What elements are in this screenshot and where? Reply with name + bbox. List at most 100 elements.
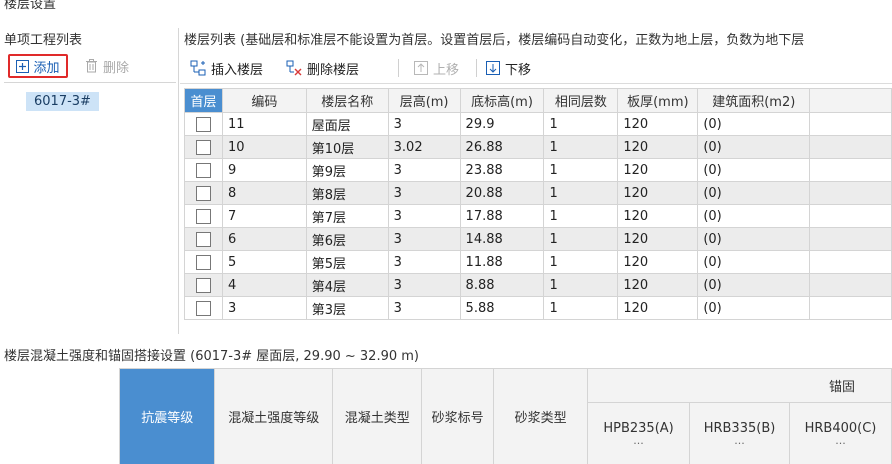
first-floor-checkbox[interactable] xyxy=(195,162,211,178)
floor-row[interactable]: 11 屋面层 3 29.9 1 120 (0) xyxy=(184,112,892,136)
cell-code[interactable]: 7 xyxy=(221,204,307,228)
cell-slab[interactable]: 120 xyxy=(617,227,699,251)
cell-same-count[interactable]: 1 xyxy=(543,250,619,274)
cell-same-count[interactable]: 1 xyxy=(543,204,619,228)
cell-area[interactable]: (0) xyxy=(697,227,811,251)
cell-same-count[interactable]: 1 xyxy=(543,112,619,136)
floor-row[interactable]: 8 第8层 3 20.88 1 120 (0) xyxy=(184,181,892,205)
first-floor-checkbox[interactable] xyxy=(195,300,211,316)
cell-height[interactable]: 3.02 xyxy=(387,135,461,159)
header-mortar-grade[interactable]: 砂浆标号 xyxy=(421,368,495,464)
delete-project-button[interactable]: 删除 xyxy=(85,56,129,76)
cell-slab[interactable]: 120 xyxy=(617,181,699,205)
col-header-area[interactable]: 建筑面积(m2) xyxy=(697,88,811,113)
cell-height[interactable]: 3 xyxy=(387,273,461,297)
first-floor-checkbox[interactable] xyxy=(195,139,211,155)
floor-row[interactable]: 4 第4层 3 8.88 1 120 (0) xyxy=(184,273,892,297)
header-hpb235[interactable]: HPB235(A) ... xyxy=(587,402,691,464)
header-concrete-type[interactable]: 混凝土类型 xyxy=(332,368,423,464)
cell-area[interactable]: (0) xyxy=(697,112,811,136)
cell-code[interactable]: 4 xyxy=(221,273,307,297)
cell-area[interactable]: (0) xyxy=(697,181,811,205)
col-header-code[interactable]: 编码 xyxy=(221,88,307,113)
cell-slab[interactable]: 120 xyxy=(617,158,699,182)
cell-same-count[interactable]: 1 xyxy=(543,227,619,251)
cell-area[interactable]: (0) xyxy=(697,204,811,228)
cell-height[interactable]: 3 xyxy=(387,204,461,228)
cell-base-elevation[interactable]: 11.88 xyxy=(459,250,545,274)
cell-base-elevation[interactable]: 29.9 xyxy=(459,112,545,136)
cell-height[interactable]: 3 xyxy=(387,250,461,274)
cell-slab[interactable]: 120 xyxy=(617,204,699,228)
col-header-height[interactable]: 层高(m) xyxy=(387,88,461,113)
insert-floor-button[interactable]: 插入楼层 xyxy=(190,58,263,78)
cell-code[interactable]: 5 xyxy=(221,250,307,274)
panel-splitter[interactable] xyxy=(178,28,179,334)
cell-floor-name[interactable]: 第8层 xyxy=(305,181,389,205)
cell-height[interactable]: 3 xyxy=(387,227,461,251)
project-item-6017-3[interactable]: 6017-3# xyxy=(26,92,99,111)
cell-base-elevation[interactable]: 23.88 xyxy=(459,158,545,182)
cell-same-count[interactable]: 1 xyxy=(543,181,619,205)
header-hrb400[interactable]: HRB400(C) ... xyxy=(788,402,892,464)
col-header-name[interactable]: 楼层名称 xyxy=(305,88,389,113)
cell-code[interactable]: 3 xyxy=(221,296,307,320)
cell-height[interactable]: 3 xyxy=(387,296,461,320)
first-floor-checkbox[interactable] xyxy=(195,185,211,201)
col-header-base-elevation[interactable]: 底标高(m) xyxy=(459,88,545,113)
cell-height[interactable]: 3 xyxy=(387,158,461,182)
cell-floor-name[interactable]: 屋面层 xyxy=(305,112,389,136)
cell-area[interactable]: (0) xyxy=(697,158,811,182)
cell-floor-name[interactable]: 第10层 xyxy=(305,135,389,159)
first-floor-checkbox[interactable] xyxy=(195,277,211,293)
first-floor-checkbox[interactable] xyxy=(195,254,211,270)
floor-row[interactable]: 10 第10层 3.02 26.88 1 120 (0) xyxy=(184,135,892,159)
floor-row[interactable]: 9 第9层 3 23.88 1 120 (0) xyxy=(184,158,892,182)
cell-slab[interactable]: 120 xyxy=(617,273,699,297)
header-mortar-type[interactable]: 砂浆类型 xyxy=(493,368,589,464)
cell-slab[interactable]: 120 xyxy=(617,112,699,136)
cell-floor-name[interactable]: 第9层 xyxy=(305,158,389,182)
cell-same-count[interactable]: 1 xyxy=(543,158,619,182)
delete-floor-button[interactable]: 删除楼层 xyxy=(286,58,359,78)
cell-base-elevation[interactable]: 14.88 xyxy=(459,227,545,251)
header-hrb335[interactable]: HRB335(B) ... xyxy=(689,402,790,464)
cell-floor-name[interactable]: 第7层 xyxy=(305,204,389,228)
cell-code[interactable]: 6 xyxy=(221,227,307,251)
floor-row[interactable]: 6 第6层 3 14.88 1 120 (0) xyxy=(184,227,892,251)
cell-floor-name[interactable]: 第6层 xyxy=(305,227,389,251)
cell-code[interactable]: 8 xyxy=(221,181,307,205)
cell-floor-name[interactable]: 第5层 xyxy=(305,250,389,274)
cell-floor-name[interactable]: 第4层 xyxy=(305,273,389,297)
cell-code[interactable]: 9 xyxy=(221,158,307,182)
first-floor-checkbox[interactable] xyxy=(195,116,211,132)
floor-row[interactable]: 7 第7层 3 17.88 1 120 (0) xyxy=(184,204,892,228)
cell-area[interactable]: (0) xyxy=(697,135,811,159)
floor-row[interactable]: 3 第3层 3 5.88 1 120 (0) xyxy=(184,296,892,320)
cell-code[interactable]: 10 xyxy=(221,135,307,159)
cell-base-elevation[interactable]: 8.88 xyxy=(459,273,545,297)
col-header-slab[interactable]: 板厚(mm) xyxy=(617,88,699,113)
cell-slab[interactable]: 120 xyxy=(617,135,699,159)
col-header-first-floor[interactable]: 首层 xyxy=(184,88,223,113)
cell-area[interactable]: (0) xyxy=(697,296,811,320)
cell-height[interactable]: 3 xyxy=(387,181,461,205)
cell-same-count[interactable]: 1 xyxy=(543,273,619,297)
col-header-same-count[interactable]: 相同层数 xyxy=(543,88,619,113)
cell-floor-name[interactable]: 第3层 xyxy=(305,296,389,320)
cell-code[interactable]: 11 xyxy=(221,112,307,136)
first-floor-checkbox[interactable] xyxy=(195,231,211,247)
first-floor-checkbox[interactable] xyxy=(195,208,211,224)
cell-area[interactable]: (0) xyxy=(697,273,811,297)
cell-base-elevation[interactable]: 20.88 xyxy=(459,181,545,205)
cell-height[interactable]: 3 xyxy=(387,112,461,136)
cell-slab[interactable]: 120 xyxy=(617,250,699,274)
header-seismic-grade[interactable]: 抗震等级 xyxy=(119,368,216,464)
cell-area[interactable]: (0) xyxy=(697,250,811,274)
cell-base-elevation[interactable]: 5.88 xyxy=(459,296,545,320)
cell-base-elevation[interactable]: 17.88 xyxy=(459,204,545,228)
cell-slab[interactable]: 120 xyxy=(617,296,699,320)
move-up-button[interactable]: 上移 xyxy=(414,58,459,78)
move-down-button[interactable]: 下移 xyxy=(486,58,531,78)
header-concrete-strength[interactable]: 混凝土强度等级 xyxy=(214,368,334,464)
